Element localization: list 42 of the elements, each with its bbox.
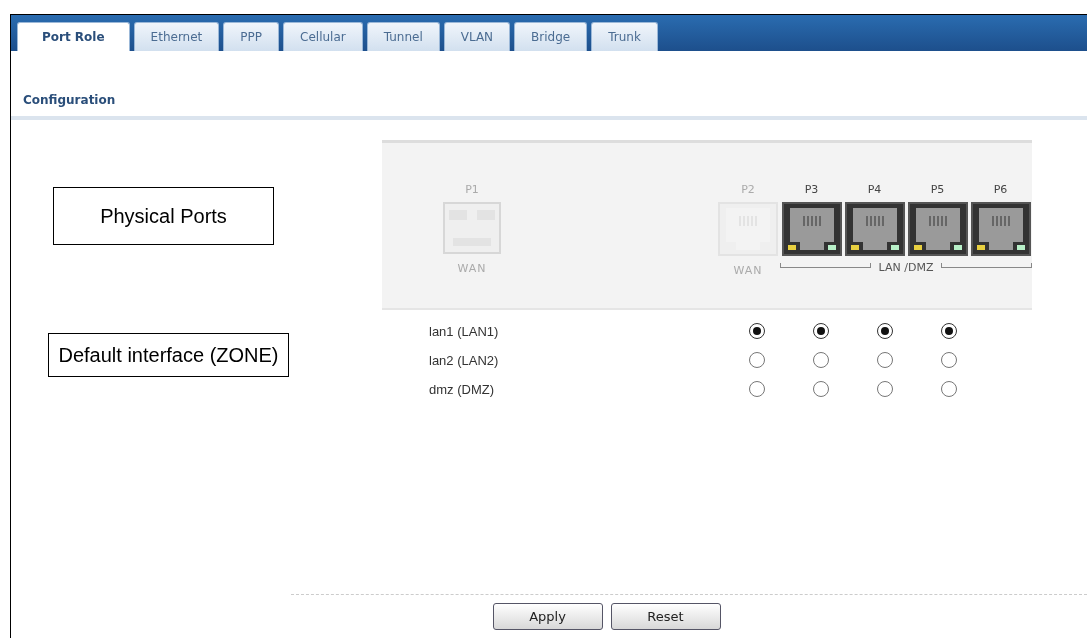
radio-button[interactable] xyxy=(877,381,893,397)
port-icon xyxy=(443,202,501,254)
port-label: P5 xyxy=(930,183,945,196)
ethernet-port-icon xyxy=(781,202,842,256)
port-label: P1 xyxy=(465,183,479,196)
port-role: WAN xyxy=(457,262,487,275)
radio-button[interactable] xyxy=(813,352,829,368)
radio-button[interactable] xyxy=(941,323,957,339)
radio-button[interactable] xyxy=(941,352,957,368)
zone-label: lan1 (LAN1) xyxy=(429,323,500,339)
radio-button[interactable] xyxy=(813,381,829,397)
radio-button[interactable] xyxy=(749,323,765,339)
port-group-label: LAN /DMZ xyxy=(878,261,934,274)
radio-button[interactable] xyxy=(813,323,829,339)
port-label: P6 xyxy=(993,183,1008,196)
radio-button[interactable] xyxy=(877,352,893,368)
apply-button[interactable]: Apply xyxy=(492,603,603,630)
tab[interactable]: PPP xyxy=(223,22,280,51)
ethernet-port-icon xyxy=(907,202,968,256)
zone-label: lan2 (LAN2) xyxy=(429,352,500,368)
radio-button[interactable] xyxy=(749,352,765,368)
port-label: P3 xyxy=(804,183,819,196)
tab[interactable]: Port Role xyxy=(17,22,130,51)
tab[interactable]: Tunnel xyxy=(366,22,440,51)
tab[interactable]: Ethernet xyxy=(133,22,220,51)
callout-label: Physical Ports xyxy=(53,187,274,245)
radio-button[interactable] xyxy=(749,381,765,397)
ethernet-port-icon xyxy=(844,202,905,256)
tab[interactable]: VLAN xyxy=(443,22,511,51)
radio-button[interactable] xyxy=(877,323,893,339)
port-role: WAN xyxy=(733,264,763,277)
callout-label: Default interface (ZONE) xyxy=(48,333,289,377)
tab[interactable]: Bridge xyxy=(514,22,588,51)
reset-button[interactable]: Reset xyxy=(610,603,721,630)
ethernet-port-icon xyxy=(970,202,1031,256)
port-label: P4 xyxy=(867,183,882,196)
port-label: P2 xyxy=(741,183,755,196)
tab[interactable]: Cellular xyxy=(283,22,363,51)
radio-button[interactable] xyxy=(941,381,957,397)
section-title: Configuration xyxy=(23,93,116,107)
zone-label: dmz (DMZ) xyxy=(429,381,495,397)
tab[interactable]: Trunk xyxy=(591,22,658,51)
